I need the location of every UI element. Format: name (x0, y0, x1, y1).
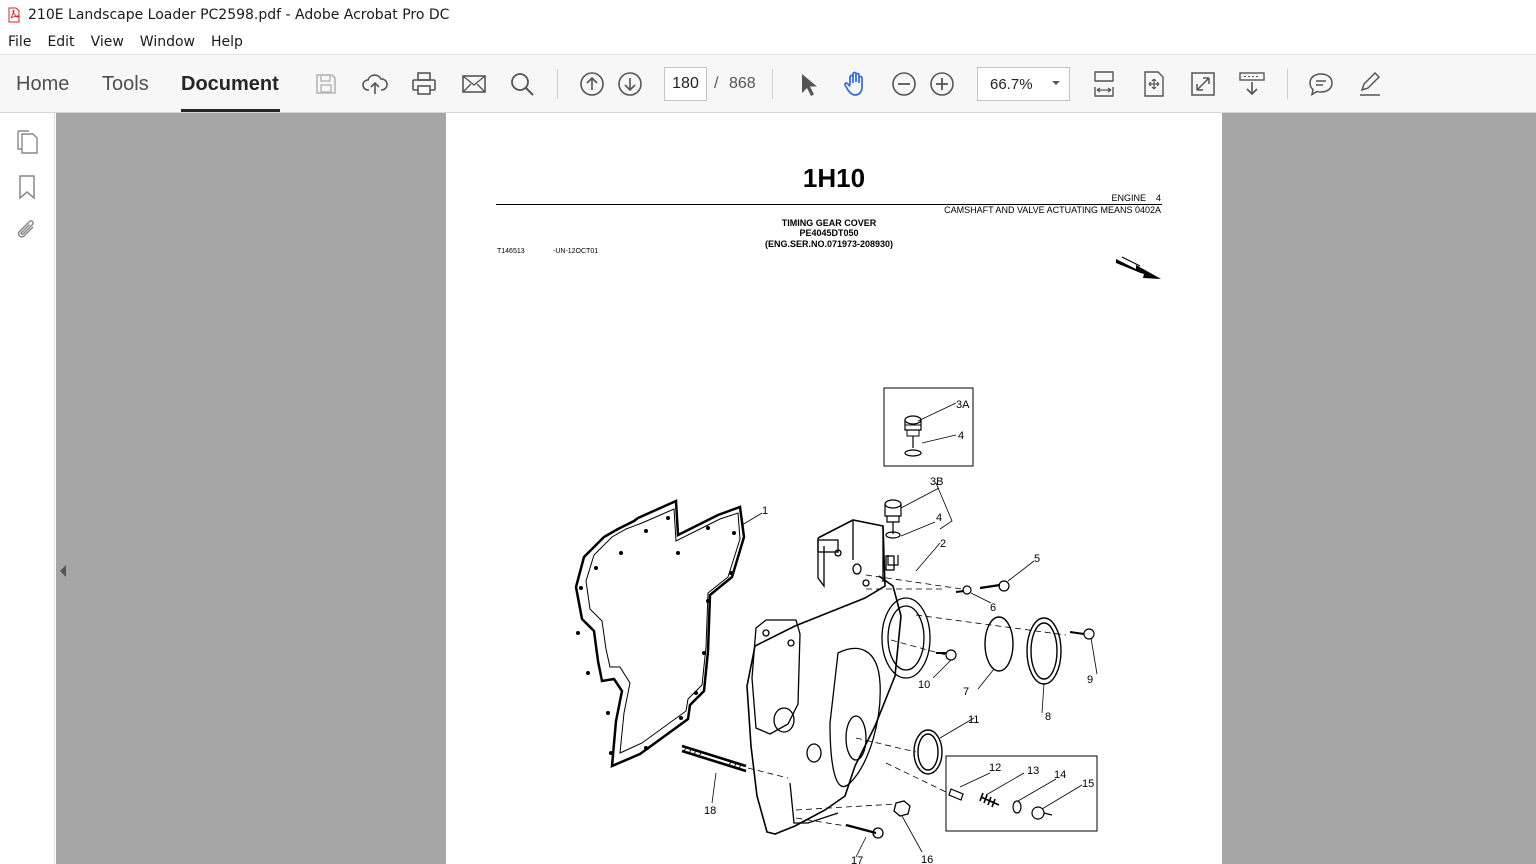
chevron-down-icon (1052, 81, 1060, 85)
menu-edit[interactable]: Edit (47, 34, 74, 50)
tab-document[interactable]: Document (181, 73, 279, 96)
page-thumbnails-icon[interactable] (12, 127, 42, 157)
print-icon[interactable] (408, 68, 440, 100)
callout-6: 6 (990, 602, 996, 614)
left-navigation-panel (0, 113, 55, 864)
window-title: 210E Landscape Loader PC2598.pdf - Adobe… (28, 7, 450, 23)
callout-2: 2 (940, 538, 946, 550)
callout-3b: 3B (930, 476, 943, 488)
timing-cover-drawing (746, 519, 931, 835)
expand-panel-arrow-icon[interactable] (58, 563, 68, 579)
page-separator: / (714, 75, 719, 92)
upload-cloud-icon[interactable] (359, 68, 391, 100)
zoom-value: 66.7% (990, 76, 1033, 93)
fit-width-icon[interactable] (1088, 68, 1120, 100)
breather-parts (884, 482, 953, 566)
callout-8: 8 (1045, 711, 1051, 723)
main-toolbar: Home Tools Document 180 / 868 66.7% (0, 54, 1536, 113)
search-icon[interactable] (506, 68, 538, 100)
callout-17: 17 (851, 855, 863, 864)
callout-4a: 4 (958, 430, 964, 442)
toolbar-divider (557, 69, 558, 99)
next-page-icon[interactable] (614, 68, 646, 100)
nut-and-bolt-parts (795, 800, 911, 839)
callout-4b: 4 (936, 512, 942, 524)
timing-gear-cover-diagram: 1 2 3A 3B 4 4 5 6 7 8 9 10 11 12 13 14 1… (574, 256, 1161, 864)
orientation-arrow-icon (1116, 256, 1161, 279)
callout-12: 12 (989, 762, 1001, 774)
attachments-icon[interactable] (12, 215, 42, 245)
toolbar-divider (772, 69, 773, 99)
tab-home[interactable]: Home (16, 73, 69, 96)
full-screen-icon[interactable] (1187, 68, 1219, 100)
select-cursor-icon[interactable] (791, 68, 823, 100)
pdf-page: 1H10 ENGINE 4 CAMSHAFT AND VALVE ACTUATI… (446, 113, 1222, 864)
callout-15: 15 (1082, 778, 1094, 790)
callout-1: 1 (762, 505, 768, 517)
page-number-input[interactable]: 180 (664, 67, 707, 101)
prev-page-icon[interactable] (576, 68, 608, 100)
title-bar: 210E Landscape Loader PC2598.pdf - Adobe… (0, 0, 1536, 30)
callout-11: 11 (968, 714, 979, 726)
zoom-out-icon[interactable] (888, 68, 920, 100)
active-tab-indicator (181, 109, 280, 112)
pdf-file-icon (8, 7, 20, 23)
stud-part (681, 744, 789, 779)
callout-10: 10 (918, 679, 930, 691)
tab-tools[interactable]: Tools (102, 73, 149, 96)
zoom-in-icon[interactable] (926, 68, 958, 100)
page-total: 868 (729, 75, 756, 92)
callout-18: 18 (704, 805, 716, 817)
save-icon[interactable] (310, 68, 342, 100)
scroll-mode-icon[interactable] (1236, 68, 1268, 100)
bookmarks-icon[interactable] (12, 172, 42, 202)
comment-icon[interactable] (1305, 68, 1337, 100)
sign-icon[interactable] (1354, 68, 1386, 100)
email-icon[interactable] (458, 68, 490, 100)
fit-page-icon[interactable] (1138, 68, 1170, 100)
toolbar-divider (1287, 69, 1288, 99)
callout-13: 13 (1027, 765, 1039, 777)
hand-icon[interactable] (840, 68, 872, 100)
callout-14: 14 (1054, 769, 1066, 781)
menu-window[interactable]: Window (140, 34, 195, 50)
callout-7: 7 (963, 686, 969, 698)
seal-and-cover (915, 614, 1067, 685)
callout-16: 16 (921, 854, 933, 864)
menu-bar: File Edit View Window Help (0, 30, 1536, 54)
callout-3a: 3A (956, 399, 970, 411)
menu-file[interactable]: File (8, 34, 31, 50)
zoom-select[interactable]: 66.7% (977, 67, 1070, 101)
callout-5: 5 (1034, 553, 1040, 565)
menu-help[interactable]: Help (211, 34, 243, 50)
menu-view[interactable]: View (91, 34, 124, 50)
callout-9: 9 (1087, 674, 1093, 686)
gasket-drawing (574, 499, 746, 768)
